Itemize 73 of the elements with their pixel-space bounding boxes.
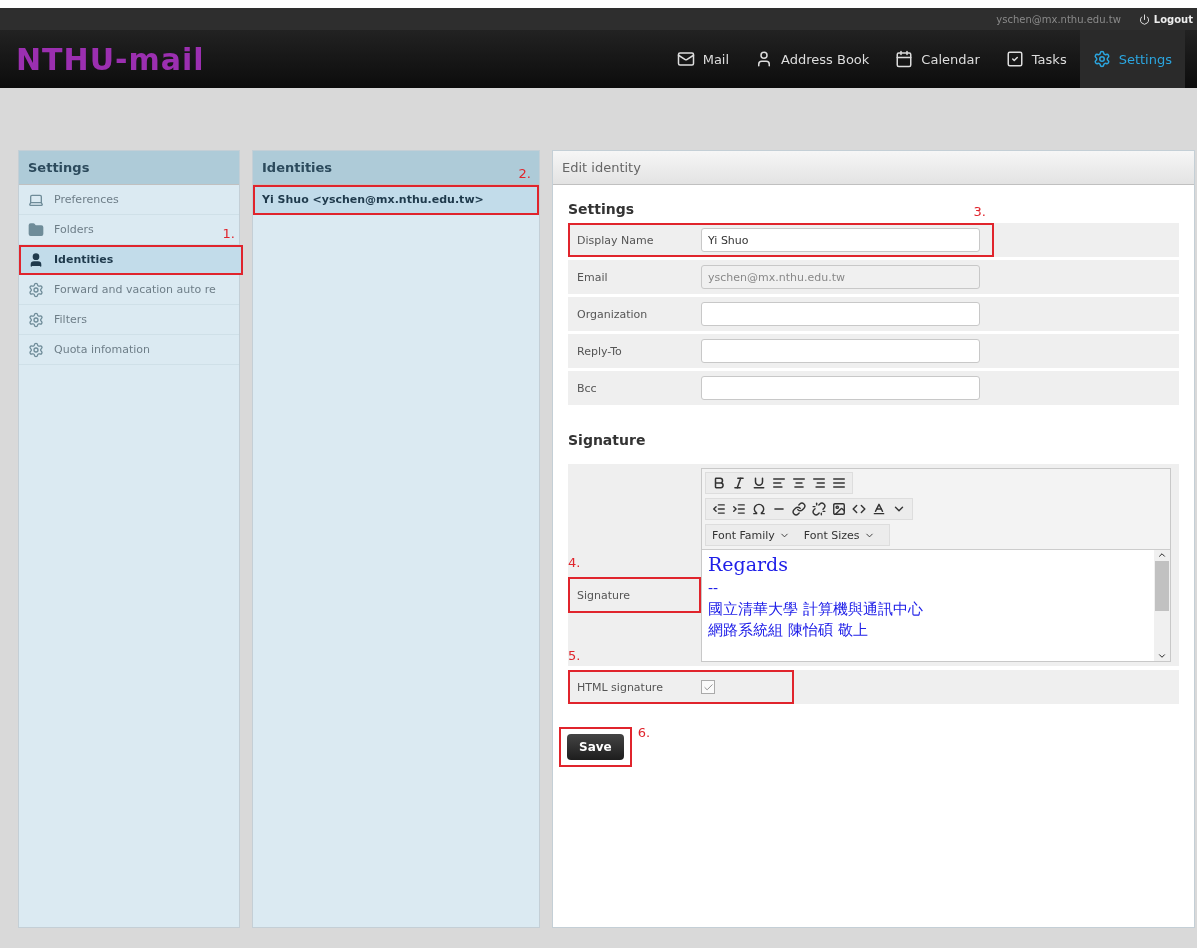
logo: NTHU-mail: [16, 41, 205, 77]
input-field[interactable]: [701, 376, 980, 400]
field-label: Signature: [576, 588, 632, 602]
scrollbar[interactable]: [1154, 550, 1170, 661]
input-field[interactable]: Yi Shuo: [701, 228, 980, 252]
font-size-dropdown[interactable]: Font Sizes: [803, 528, 875, 542]
scroll-up-icon[interactable]: [1157, 550, 1167, 560]
user-email: yschen@mx.nthu.edu.tw: [996, 13, 1121, 25]
align-right-icon[interactable]: [812, 476, 826, 490]
settings-item[interactable]: Quota infomation: [19, 335, 239, 365]
signature-line: Regards: [708, 554, 790, 576]
signature-line: 國立清華大學 計算機與通訊中心: [708, 601, 924, 619]
input-field[interactable]: [701, 302, 980, 326]
font-family-dropdown[interactable]: Font Family: [712, 528, 790, 542]
bold-icon[interactable]: [712, 476, 726, 490]
settings-item[interactable]: Preferences: [19, 185, 239, 215]
step-number: 5.: [568, 648, 581, 663]
person-icon: [28, 251, 44, 268]
indent-icon[interactable]: [732, 502, 746, 516]
align-left-icon[interactable]: [772, 476, 786, 490]
align-center-icon[interactable]: [792, 476, 806, 490]
field-label: Bcc: [576, 381, 598, 395]
field-label: Email: [576, 270, 609, 284]
outdent-icon[interactable]: [712, 502, 726, 516]
field-label: Organization: [576, 307, 649, 321]
signature-editor[interactable]: Font Family Font Sizes Regards -- 國立清華大學 計算機與通訊中心 網路系統組 陳怡碩 敬上: [701, 468, 1171, 662]
field-label: Display Name: [576, 233, 655, 247]
step-number: 1.: [222, 226, 235, 241]
identity-item[interactable]: Yi Shuo <yschen@mx.nthu.edu.tw>: [253, 185, 539, 215]
signature-line: --: [708, 579, 720, 598]
nav-tab[interactable]: Tasks: [992, 30, 1080, 88]
underline-icon[interactable]: [752, 476, 766, 490]
gear-icon: [28, 281, 44, 298]
step-number: 2.: [518, 166, 531, 181]
gear-icon: [28, 341, 44, 358]
italic-icon[interactable]: [732, 476, 746, 490]
field-label: Reply-To: [576, 344, 623, 358]
calendar-icon: [895, 50, 914, 68]
align-justify-icon[interactable]: [832, 476, 846, 490]
nav-tab[interactable]: Address Book: [742, 30, 883, 88]
settings-item[interactable]: Identities: [19, 245, 243, 275]
text-color-icon[interactable]: [872, 502, 886, 516]
image-icon[interactable]: [832, 502, 846, 516]
step-number: 4.: [568, 555, 581, 570]
gear-icon: [28, 311, 44, 328]
settings-icon: [1092, 50, 1111, 68]
field-label: HTML signature: [576, 680, 664, 694]
nav-tab[interactable]: Calendar: [882, 30, 993, 88]
checkbox[interactable]: [701, 680, 715, 694]
section-heading: Signature: [568, 432, 646, 448]
unlink-icon[interactable]: [812, 502, 826, 516]
step-number: 3.: [973, 204, 986, 219]
save-button[interactable]: Save: [567, 734, 624, 760]
step-number: 6.: [637, 725, 651, 740]
code-icon[interactable]: [852, 502, 866, 516]
settings-item[interactable]: Forward and vacation auto re: [19, 275, 239, 305]
link-icon[interactable]: [792, 502, 806, 516]
check-icon: [702, 681, 714, 693]
folder-icon: [28, 221, 44, 238]
omega-icon[interactable]: [752, 502, 766, 516]
panel-title: Settings: [19, 151, 239, 185]
panel-title: Edit identity: [553, 151, 1194, 185]
input-field[interactable]: [701, 339, 980, 363]
nav-tab[interactable]: Mail: [663, 30, 743, 88]
signature-line: 網路系統組 陳怡碩 敬上: [708, 622, 869, 640]
logout-link[interactable]: Logout: [1138, 13, 1193, 25]
scroll-down-icon[interactable]: [1157, 651, 1167, 661]
envelope-icon: [676, 50, 695, 68]
nav-tab[interactable]: Settings: [1079, 30, 1185, 88]
checkbox-icon: [1005, 50, 1024, 68]
section-heading: Settings: [568, 201, 635, 217]
power-icon: [1138, 13, 1150, 25]
settings-item[interactable]: Filters: [19, 305, 239, 335]
